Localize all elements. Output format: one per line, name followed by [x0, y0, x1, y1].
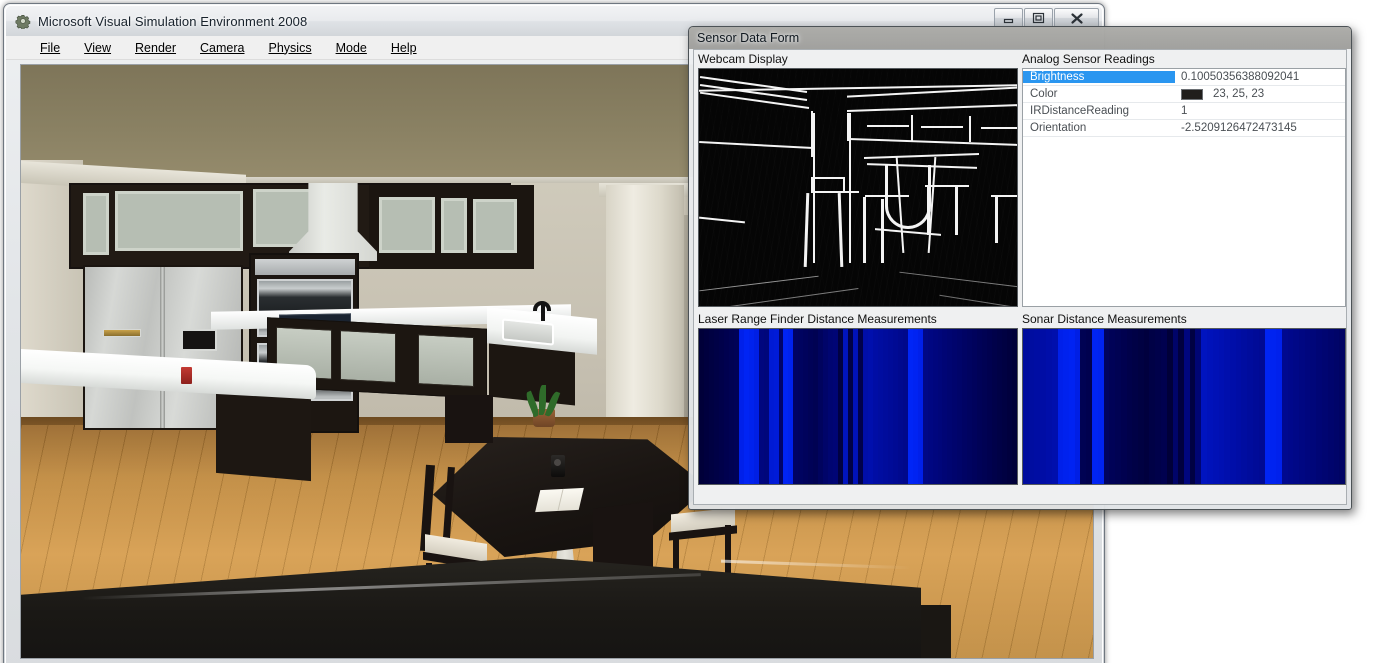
reading-value: -2.5209126472473145 — [1175, 122, 1345, 134]
menu-camera-label: Camera — [200, 41, 244, 55]
laser-stripe-canvas — [699, 329, 1017, 484]
scene-lower-door-3 — [418, 334, 474, 387]
reading-value: 0.10050356388092041 — [1175, 71, 1345, 83]
sensor-form-client-area: Webcam Display Analog Sensor Readings La… — [693, 49, 1347, 505]
table-row[interactable]: Orientation -2.5209126472473145 — [1023, 120, 1345, 136]
reading-name: Color — [1023, 88, 1175, 100]
table-row[interactable]: Color 23, 25, 23 — [1023, 86, 1345, 102]
scene-cabinet-glass-6 — [473, 199, 517, 253]
reading-name: Brightness — [1023, 71, 1175, 83]
menu-item-physics[interactable]: Physics — [257, 38, 324, 58]
beam-stripe — [1339, 329, 1345, 484]
sonar-distance-visualization[interactable] — [1022, 328, 1346, 485]
sensor-form-title: Sensor Data Form — [697, 31, 799, 45]
webcam-display-label: Webcam Display — [698, 52, 788, 66]
reading-value: 1 — [1175, 105, 1345, 117]
scene-fridge-divider — [160, 267, 165, 428]
scene-chair-far — [445, 395, 501, 457]
scene-cabinet-glass-5 — [441, 198, 467, 253]
menu-file-label: File — [40, 41, 60, 55]
menu-item-mode[interactable]: Mode — [324, 38, 379, 58]
beam-stripe — [1012, 329, 1017, 484]
scene-cabinet-glass-1 — [83, 193, 109, 255]
scene-lower-door-2 — [340, 330, 396, 383]
webcam-sensor-noise — [699, 69, 1017, 306]
scene-fridge-display — [181, 329, 217, 351]
menu-item-file[interactable]: File — [28, 38, 72, 58]
analog-sensor-readings-label: Analog Sensor Readings — [1022, 52, 1155, 66]
laser-range-finder-visualization[interactable] — [698, 328, 1018, 485]
page-title: Microsoft Visual Simulation Environment … — [38, 14, 307, 29]
table-row[interactable]: Brightness 0.10050356388092041 — [1023, 69, 1345, 85]
scene-cabinet-glass-4 — [379, 197, 435, 253]
analog-sensor-readings-table[interactable]: Brightness 0.10050356388092041 Color 23,… — [1022, 68, 1346, 307]
scene-tabletop-object — [551, 455, 565, 477]
scene-oven-control-panel — [255, 259, 355, 275]
scene-faucet — [541, 303, 545, 321]
gear-icon — [15, 13, 31, 29]
sensor-data-form-window: Sensor Data Form Webcam Display Analog S… — [688, 26, 1352, 510]
close-button[interactable] — [1054, 8, 1099, 28]
table-row[interactable]: IRDistanceReading 1 — [1023, 103, 1345, 119]
webcam-canvas — [699, 69, 1017, 306]
menu-physics-label: Physics — [269, 41, 312, 55]
row-divider — [1023, 136, 1345, 137]
scene-plant-leaf-2 — [539, 385, 546, 415]
minimize-button[interactable] — [994, 8, 1023, 28]
menu-item-view[interactable]: View — [72, 38, 123, 58]
menu-item-render[interactable]: Render — [123, 38, 188, 58]
menu-help-label: Help — [391, 41, 417, 55]
reading-name: IRDistanceReading — [1023, 105, 1175, 117]
scene-fridge-handle — [103, 329, 141, 337]
reading-value: 23, 25, 23 — [1175, 88, 1345, 100]
menu-mode-label: Mode — [336, 41, 367, 55]
menu-item-camera[interactable]: Camera — [188, 38, 256, 58]
window-controls — [994, 8, 1099, 28]
reading-value-text: 23, 25, 23 — [1213, 88, 1264, 100]
menu-view-label: View — [84, 41, 111, 55]
reading-name: Orientation — [1023, 122, 1175, 134]
sonar-stripe-canvas — [1023, 329, 1345, 484]
scene-cabinet-glass-2 — [115, 191, 243, 251]
scene-island-base — [216, 391, 311, 481]
laser-range-finder-label: Laser Range Finder Distance Measurements — [698, 312, 937, 326]
sensor-form-titlebar[interactable]: Sensor Data Form — [689, 27, 1351, 49]
color-swatch — [1181, 89, 1203, 100]
menu-render-label: Render — [135, 41, 176, 55]
scene-red-can — [181, 367, 192, 384]
sonar-distance-label: Sonar Distance Measurements — [1022, 312, 1187, 326]
maximize-button[interactable] — [1024, 8, 1053, 28]
webcam-display-panel[interactable] — [698, 68, 1018, 307]
menu-item-help[interactable]: Help — [379, 38, 429, 58]
